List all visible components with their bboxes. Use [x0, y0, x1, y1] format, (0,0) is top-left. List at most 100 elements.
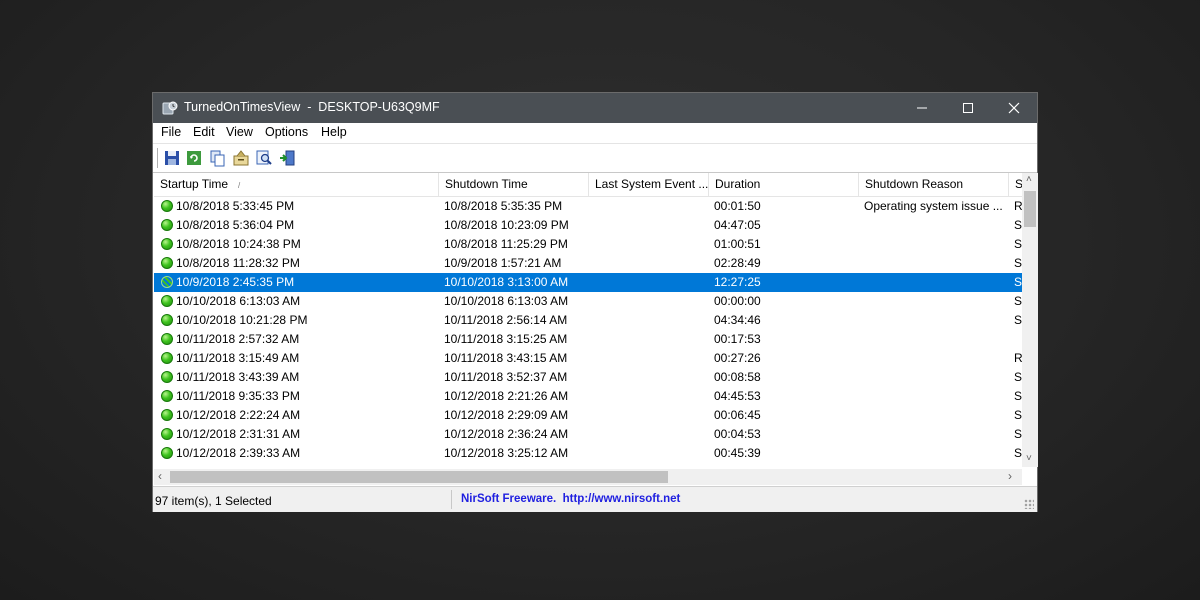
table-row[interactable]: 10/9/2018 2:45:35 PM 10/10/2018 3:13:00 A… [154, 273, 1022, 292]
scroll-down-icon[interactable]: ˅ [1026, 453, 1032, 464]
cell-startup: 10/12/2018 2:31:31 AM [176, 427, 301, 441]
table-row[interactable]: 10/8/2018 5:33:45 PM 10/8/2018 5:35:35 PM… [154, 197, 1022, 216]
turned-on-times-list[interactable]: Startup Time / Shutdown Time Last System … [154, 173, 1022, 485]
cell-s: S [1014, 446, 1022, 460]
cell-startup: 10/8/2018 5:36:04 PM [176, 218, 295, 232]
cell-s: S [1014, 389, 1022, 403]
status-dot-icon [161, 428, 173, 440]
cell-shutdown: 10/12/2018 2:36:24 AM [444, 427, 569, 441]
column-header-last-system-event[interactable]: Last System Event ... [589, 173, 709, 196]
cell-startup: 10/8/2018 11:28:32 PM [176, 256, 300, 270]
table-row[interactable]: 10/12/2018 2:31:31 AM 10/12/2018 2:36:24 … [154, 425, 1022, 444]
status-dot-icon [161, 238, 173, 250]
exit-icon[interactable] [278, 149, 296, 167]
cell-shutdown: 10/12/2018 2:21:26 AM [444, 389, 569, 403]
close-icon [1008, 102, 1020, 114]
column-header-s[interactable]: S [1009, 173, 1022, 196]
close-button[interactable] [991, 93, 1037, 123]
scroll-right-icon[interactable]: › [1008, 469, 1012, 483]
status-dot-icon [161, 409, 173, 421]
menu-bar: File Edit View Options Help [153, 123, 1037, 144]
refresh-icon[interactable] [185, 149, 203, 167]
column-header-startup-time[interactable]: Startup Time / [154, 173, 439, 196]
cell-s: R [1014, 351, 1022, 365]
cell-duration: 00:04:53 [714, 427, 761, 441]
cell-duration: 00:45:39 [714, 446, 761, 460]
status-dot-icon [161, 447, 173, 459]
cell-s: S [1014, 408, 1022, 422]
menu-help[interactable]: Help [321, 125, 347, 139]
cell-reason: Operating system issue ... [864, 199, 1003, 213]
save-icon[interactable] [163, 149, 181, 167]
toolbar [153, 144, 1037, 173]
cell-startup: 10/8/2018 5:33:45 PM [176, 199, 295, 213]
table-row[interactable]: 10/11/2018 3:15:49 AM 10/11/2018 3:43:15 … [154, 349, 1022, 368]
cell-startup: 10/11/2018 9:35:33 PM [176, 389, 300, 403]
cell-s: S [1014, 370, 1022, 384]
maximize-button[interactable] [945, 93, 991, 123]
title-bar[interactable]: TurnedOnTimesView - DESKTOP-U63Q9MF [153, 93, 1037, 123]
menu-options[interactable]: Options [265, 125, 308, 139]
scroll-left-icon[interactable]: ‹ [158, 469, 162, 483]
menu-file[interactable]: File [161, 125, 181, 139]
table-row[interactable]: 10/8/2018 10:24:38 PM 10/8/2018 11:25:29 … [154, 235, 1022, 254]
column-header-shutdown-reason[interactable]: Shutdown Reason [859, 173, 1009, 196]
list-header: Startup Time / Shutdown Time Last System … [154, 173, 1022, 197]
cell-shutdown: 10/12/2018 3:25:12 AM [444, 446, 569, 460]
vertical-scrollbar[interactable]: ˄ ˅ [1022, 173, 1038, 467]
status-dot-icon [161, 390, 173, 402]
find-icon[interactable] [255, 149, 273, 167]
table-row[interactable]: 10/11/2018 2:57:32 AM 10/11/2018 3:15:25 … [154, 330, 1022, 349]
table-row[interactable]: 10/10/2018 10:21:28 PM 10/11/2018 2:56:14… [154, 311, 1022, 330]
toolbar-grip[interactable] [157, 148, 161, 168]
cell-shutdown: 10/10/2018 6:13:03 AM [444, 294, 569, 308]
scroll-up-icon[interactable]: ˄ [1026, 174, 1032, 185]
cell-duration: 04:34:46 [714, 313, 761, 327]
table-row[interactable]: 10/12/2018 2:22:24 AM 10/12/2018 2:29:09 … [154, 406, 1022, 425]
cell-s: R [1014, 199, 1022, 213]
window-title: TurnedOnTimesView - DESKTOP-U63Q9MF [184, 100, 440, 114]
table-row[interactable]: 10/10/2018 6:13:03 AM 10/10/2018 6:13:03 … [154, 292, 1022, 311]
minimize-icon [917, 107, 927, 109]
cell-startup: 10/12/2018 2:22:24 AM [176, 408, 301, 422]
cell-startup: 10/12/2018 2:39:33 AM [176, 446, 301, 460]
vertical-scroll-thumb[interactable] [1024, 191, 1036, 227]
cell-startup: 10/8/2018 10:24:38 PM [176, 237, 301, 251]
cell-duration: 04:45:53 [714, 389, 761, 403]
table-row[interactable]: 10/12/2018 2:39:33 AM 10/12/2018 3:25:12 … [154, 444, 1022, 463]
status-divider [451, 490, 452, 509]
resize-grip-icon[interactable] [1024, 499, 1034, 509]
minimize-button[interactable] [899, 93, 945, 123]
status-dot-icon [161, 257, 173, 269]
status-dot-icon [161, 333, 173, 345]
cell-s: S [1014, 313, 1022, 327]
cell-shutdown: 10/11/2018 3:43:15 AM [444, 351, 568, 365]
cell-duration: 12:27:25 [714, 275, 761, 289]
cell-duration: 02:28:49 [714, 256, 761, 270]
cell-shutdown: 10/9/2018 1:57:21 AM [444, 256, 562, 270]
properties-icon[interactable] [232, 149, 250, 167]
menu-view[interactable]: View [226, 125, 253, 139]
menu-edit[interactable]: Edit [193, 125, 215, 139]
column-header-duration[interactable]: Duration [709, 173, 859, 196]
cell-startup: 10/11/2018 2:57:32 AM [176, 332, 300, 346]
column-header-shutdown-time[interactable]: Shutdown Time [439, 173, 589, 196]
cell-shutdown: 10/10/2018 3:13:00 AM [444, 275, 569, 289]
table-row[interactable]: 10/11/2018 3:43:39 AM 10/11/2018 3:52:37 … [154, 368, 1022, 387]
cell-duration: 00:06:45 [714, 408, 761, 422]
table-row[interactable]: 10/8/2018 5:36:04 PM 10/8/2018 10:23:09 P… [154, 216, 1022, 235]
table-row[interactable]: 10/8/2018 11:28:32 PM 10/9/2018 1:57:21 A… [154, 254, 1022, 273]
copy-icon[interactable] [208, 149, 226, 167]
app-window: TurnedOnTimesView - DESKTOP-U63Q9MF File… [152, 92, 1038, 512]
table-row[interactable]: 10/11/2018 9:35:33 PM 10/12/2018 2:21:26 … [154, 387, 1022, 406]
horizontal-scrollbar[interactable]: ‹ › [154, 469, 1022, 485]
cell-duration: 00:27:26 [714, 351, 761, 365]
cell-s: S [1014, 237, 1022, 251]
horizontal-scroll-thumb[interactable] [170, 471, 668, 483]
cell-s: S [1014, 218, 1022, 232]
cell-shutdown: 10/11/2018 3:52:37 AM [444, 370, 568, 384]
status-dot-icon [161, 314, 173, 326]
nirsoft-link[interactable]: NirSoft Freeware. http://www.nirsoft.net [461, 493, 680, 505]
cell-duration: 00:17:53 [714, 332, 761, 346]
status-dot-icon [161, 219, 173, 231]
